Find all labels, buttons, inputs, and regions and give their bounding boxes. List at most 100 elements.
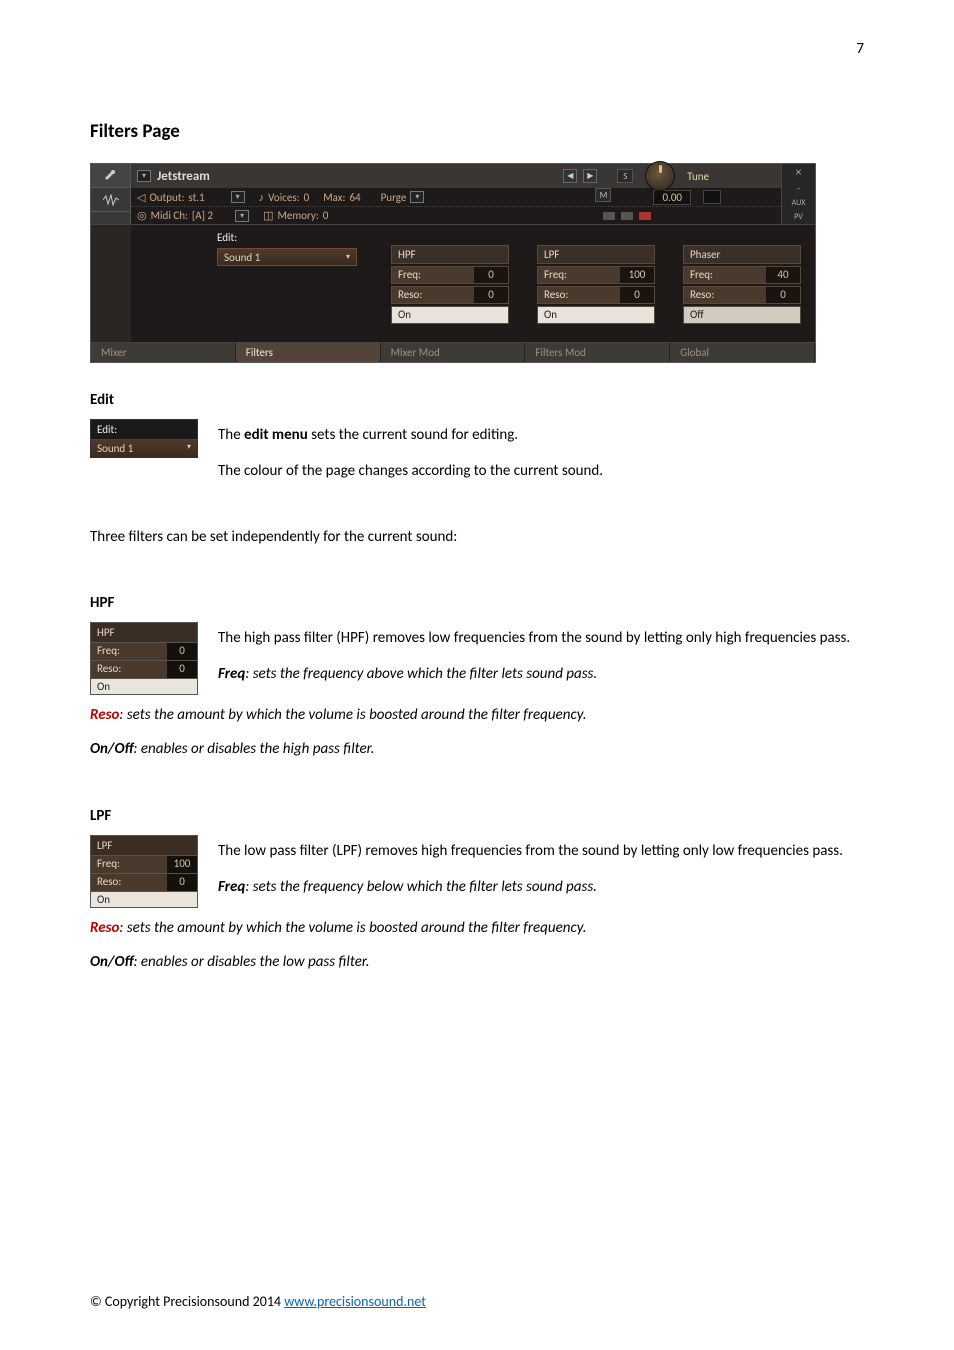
freq-label: Freq bbox=[218, 665, 245, 683]
mini-lpf-panel: LPF Freq: 100 Reso: 0 On bbox=[90, 835, 198, 908]
voices-value: 0 bbox=[304, 191, 310, 204]
phaser-reso-value[interactable]: 0 bbox=[766, 287, 800, 303]
hpf-state-toggle[interactable]: On bbox=[391, 306, 509, 324]
chevron-down-icon: ▾ bbox=[187, 442, 191, 455]
hpf-reso-value[interactable]: 0 bbox=[474, 287, 508, 303]
panel-body: Edit: Sound 1 ▾ Sound 1 HPF Freq: 0 Reso… bbox=[91, 225, 815, 342]
edit-text-block: The edit menu sets the current sound for… bbox=[218, 419, 603, 489]
waveform-icon[interactable] bbox=[91, 188, 130, 212]
hpf-reso-row[interactable]: Reso: 0 bbox=[391, 286, 509, 304]
mini-edit-label: Edit: bbox=[91, 420, 197, 439]
midi-label: Midi Ch: bbox=[151, 209, 188, 222]
lpf-reso-row[interactable]: Reso: 0 bbox=[537, 286, 655, 304]
mini-edit-dropdown[interactable]: Sound 1 ▾ bbox=[91, 439, 197, 457]
wrench-icon[interactable] bbox=[91, 164, 130, 188]
tab-filters-mod[interactable]: Filters Mod bbox=[525, 343, 670, 362]
phaser-reso-label: Reso: bbox=[684, 287, 766, 303]
instrument-name: Jetstream bbox=[157, 169, 210, 184]
mini-hpf-freq-value[interactable]: 0 bbox=[167, 643, 197, 660]
minimize-icon[interactable]: – bbox=[797, 184, 801, 194]
mini-hpf-reso-value[interactable]: 0 bbox=[167, 661, 197, 678]
mini-hpf-freq-row[interactable]: Freq: 0 bbox=[91, 643, 197, 661]
tune-section: Tune bbox=[687, 170, 709, 183]
mini-lpf-reso-value[interactable]: 0 bbox=[167, 874, 197, 891]
dropdown-icon[interactable]: ▾ bbox=[410, 191, 424, 203]
reso-text: : sets the amount by which the volume is… bbox=[119, 706, 586, 724]
mini-lpf-state[interactable]: On bbox=[91, 892, 197, 907]
phaser-title: Phaser bbox=[683, 245, 801, 264]
close-icon[interactable]: × bbox=[796, 166, 802, 180]
page-number: 7 bbox=[856, 40, 864, 58]
mini-hpf-panel: HPF Freq: 0 Reso: 0 On bbox=[90, 622, 198, 695]
dropdown-icon[interactable]: ▾ bbox=[231, 191, 245, 203]
prev-button[interactable]: ◀ bbox=[563, 169, 577, 183]
hpf-freq-row[interactable]: Freq: 0 bbox=[391, 266, 509, 284]
mini-hpf-reso-row[interactable]: Reso: 0 bbox=[91, 661, 197, 679]
mini-edit-value: Sound 1 bbox=[97, 442, 133, 455]
hpf-title: HPF bbox=[391, 245, 509, 264]
mini-edit-panel: Edit: Sound 1 ▾ bbox=[90, 419, 198, 458]
pv-label[interactable]: PV bbox=[794, 212, 803, 222]
edit-label: Edit: bbox=[217, 231, 805, 244]
sound-dropdown[interactable]: Sound 1 ▾ bbox=[217, 248, 357, 266]
memory-label: Memory: bbox=[278, 209, 319, 222]
tune-label: Tune bbox=[687, 170, 709, 183]
next-button[interactable]: ▶ bbox=[583, 169, 597, 183]
phaser-freq-value[interactable]: 40 bbox=[766, 267, 800, 283]
output-label: Output: bbox=[149, 191, 184, 204]
dropdown-icon[interactable]: ▾ bbox=[137, 170, 151, 182]
tabs-row: Mixer Filters Mixer Mod Filters Mod Glob… bbox=[91, 342, 815, 362]
mini-lpf-title: LPF bbox=[91, 836, 197, 856]
mini-lpf-reso-row[interactable]: Reso: 0 bbox=[91, 874, 197, 892]
tab-filters[interactable]: Filters bbox=[236, 343, 381, 362]
solo-button[interactable]: S bbox=[617, 169, 633, 183]
lpf-freq-value[interactable]: 100 bbox=[620, 267, 654, 283]
mini-hpf-state[interactable]: On bbox=[91, 679, 197, 694]
sound-value: Sound 1 bbox=[224, 251, 260, 264]
left-icon-column bbox=[91, 164, 131, 224]
memory-value: 0 bbox=[323, 209, 329, 222]
edit-heading: Edit bbox=[90, 391, 864, 409]
phaser-state-toggle[interactable]: Off bbox=[683, 306, 801, 324]
mini-lpf-freq-value[interactable]: 100 bbox=[167, 856, 197, 873]
phaser-column: Phaser Freq: 40 Reso: 0 Off bbox=[683, 245, 801, 324]
edit-colour-text: The colour of the page changes according… bbox=[218, 461, 603, 483]
footer-link[interactable]: www.precisionsound.net bbox=[284, 1293, 426, 1310]
body-main: Edit: Sound 1 ▾ Sound 1 HPF Freq: 0 Reso… bbox=[131, 225, 815, 342]
onoff-label: On/Off bbox=[90, 740, 133, 758]
midi-value[interactable]: [A] 2 bbox=[192, 209, 213, 222]
mini-lpf-freq-row[interactable]: Freq: 100 bbox=[91, 856, 197, 874]
lpf-freq-row[interactable]: Freq: 100 bbox=[537, 266, 655, 284]
mini-lpf-freq-label: Freq: bbox=[91, 856, 167, 873]
dropdown-icon[interactable]: ▾ bbox=[235, 210, 249, 222]
hpf-column: HPF Freq: 0 Reso: 0 On bbox=[391, 245, 509, 324]
mute-button[interactable]: M bbox=[595, 188, 611, 202]
hpf-freq-value[interactable]: 0 bbox=[474, 267, 508, 283]
tab-mixer-mod[interactable]: Mixer Mod bbox=[381, 343, 526, 362]
copyright-text: © Copyright Precisionsound 2014 bbox=[90, 1293, 284, 1310]
lpf-heading: LPF bbox=[90, 807, 864, 825]
lpf-onoff-text: : enables or disables the low pass filte… bbox=[133, 953, 369, 971]
mini-hpf-freq-label: Freq: bbox=[91, 643, 167, 660]
mini-lpf-reso-label: Reso: bbox=[91, 874, 167, 891]
reso-label: Reso bbox=[90, 706, 119, 724]
hpf-text-block: The high pass filter (HPF) removes low f… bbox=[218, 622, 850, 692]
phaser-reso-row[interactable]: Reso: 0 bbox=[683, 286, 801, 304]
phaser-freq-label: Freq: bbox=[684, 267, 766, 283]
output-value[interactable]: st.1 bbox=[188, 191, 204, 204]
aux-label[interactable]: AUX bbox=[792, 198, 806, 208]
volume-knob[interactable] bbox=[645, 161, 675, 191]
lpf-reso-value[interactable]: 0 bbox=[620, 287, 654, 303]
text: The bbox=[218, 426, 244, 444]
tab-global[interactable]: Global bbox=[670, 343, 815, 362]
max-label: Max: bbox=[323, 191, 345, 204]
hpf-freq-text: : sets the frequency above which the fil… bbox=[245, 665, 597, 683]
lpf-text-block: The low pass filter (LPF) removes high f… bbox=[218, 835, 843, 905]
lpf-state-toggle[interactable]: On bbox=[537, 306, 655, 324]
phaser-state-label: Off bbox=[684, 307, 800, 323]
phaser-freq-row[interactable]: Freq: 40 bbox=[683, 266, 801, 284]
max-value[interactable]: 64 bbox=[349, 191, 360, 204]
tune-value[interactable]: 0.00 bbox=[653, 190, 691, 205]
snapshot-icon[interactable] bbox=[703, 190, 721, 204]
tab-mixer[interactable]: Mixer bbox=[91, 343, 236, 362]
